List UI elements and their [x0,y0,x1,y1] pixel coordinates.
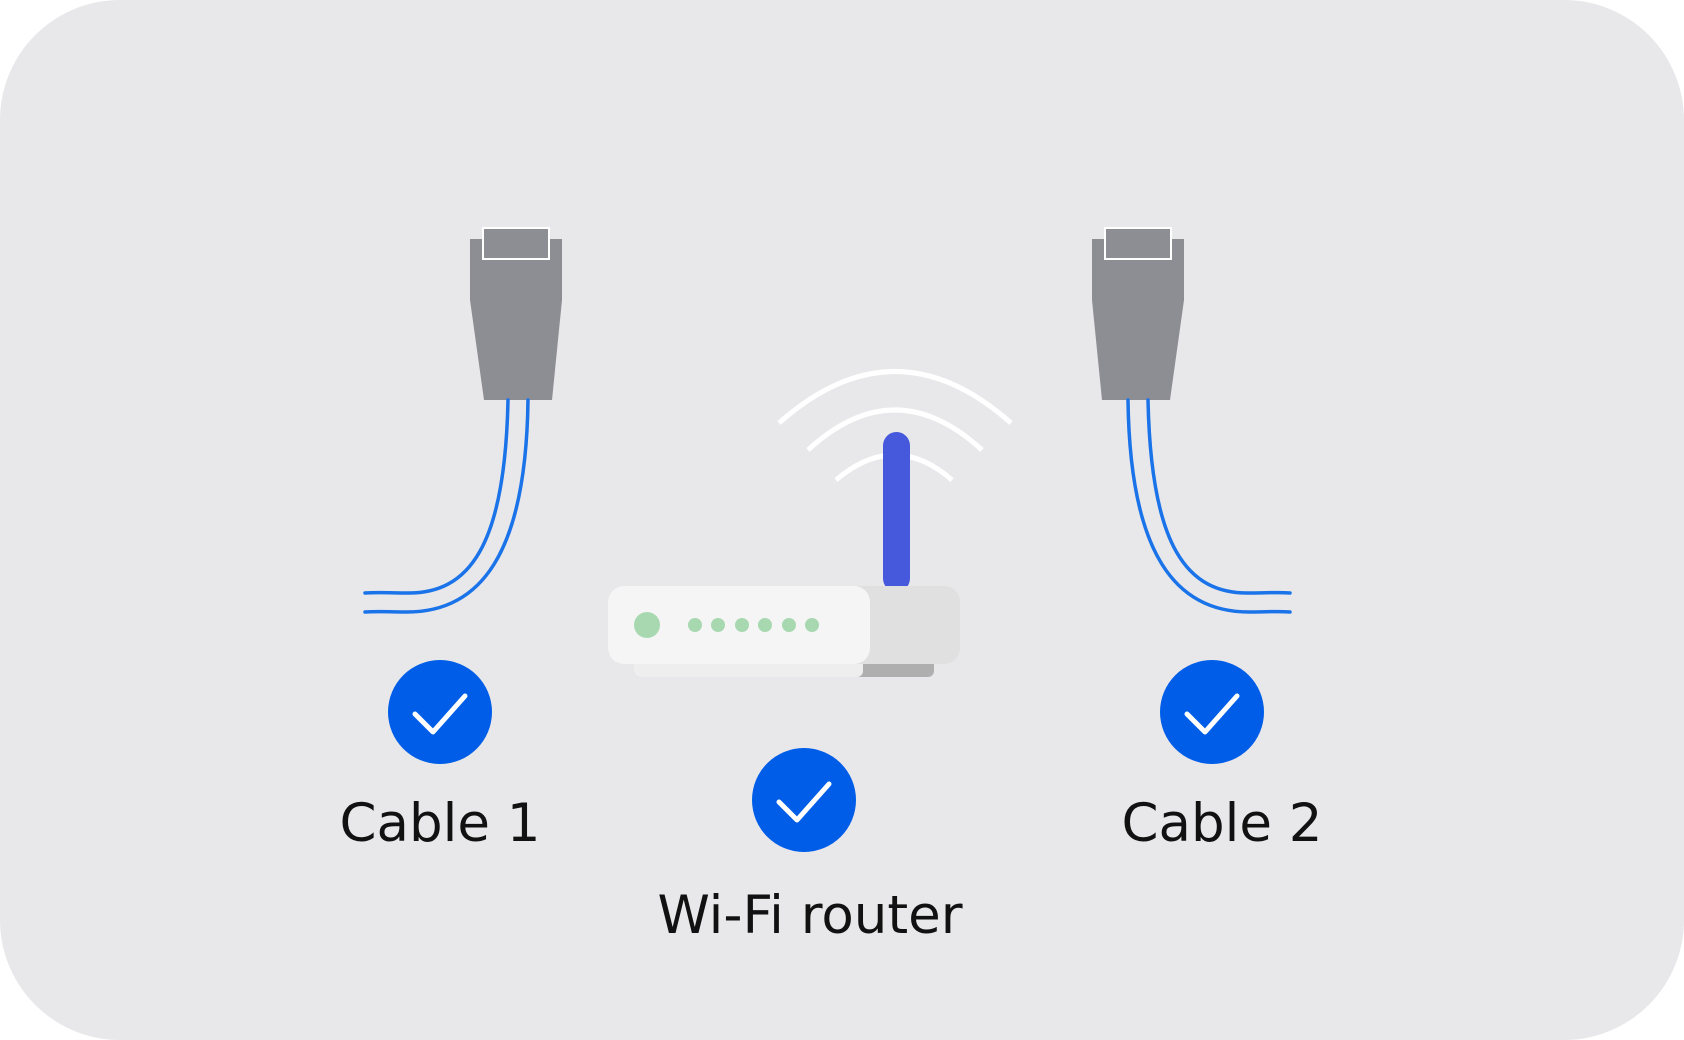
cable-wires [1126,398,1292,614]
cable-1-check-icon [388,660,492,764]
antenna-icon [883,432,910,592]
cable-2-label: Cable 2 [1121,793,1323,854]
router-check-icon [752,748,856,852]
cable-2-illustration [1092,227,1292,614]
cable-2-check-icon [1160,660,1264,764]
cable-1-illustration [363,227,562,614]
ethernet-plug-icon [470,227,562,400]
diagnostic-panel: Cable 1 Wi-Fi router Cable 2 [0,0,1684,1040]
router-label: Wi-Fi router [657,885,963,946]
router-body [608,586,960,677]
cable-1-label: Cable 1 [339,793,541,854]
cable-wires [363,398,530,614]
router-illustration [608,369,1013,677]
ethernet-plug-icon [1092,227,1184,400]
illustration [363,227,1292,852]
